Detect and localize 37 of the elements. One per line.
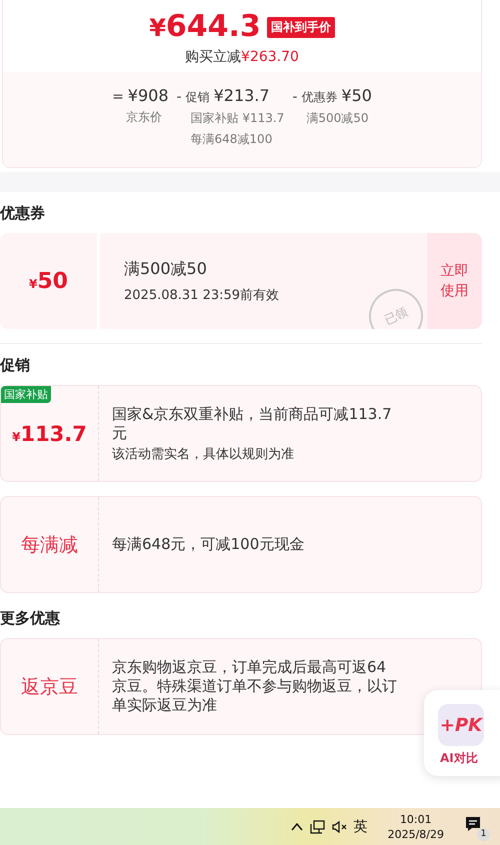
breakdown-amount: ¥50	[341, 86, 372, 105]
operator-sign: -	[176, 89, 182, 105]
use-now-button[interactable]: 立即使用	[427, 233, 482, 329]
input-method-indicator[interactable]: 英	[354, 818, 368, 836]
coupon-validity: 2025.08.31 23:59前有效	[124, 286, 280, 304]
promotion-type: 返京豆	[21, 674, 78, 700]
coupon-condition: 满500减50	[124, 258, 208, 280]
section-heading: 更多优惠	[0, 609, 61, 628]
operator-sign: =	[112, 89, 124, 105]
breakdown-note: 京东价	[126, 109, 164, 126]
price-tag: 国补到手价	[266, 17, 335, 38]
breakdown-amount: ¥908	[128, 86, 169, 105]
promotion-description: 国家&京东双重补贴，当前商品可减113.7元	[112, 404, 393, 442]
ai-compare-label: AI对比	[439, 750, 478, 767]
muted-speaker-icon[interactable]	[332, 820, 348, 834]
network-icon[interactable]	[310, 818, 326, 834]
breakdown-note: 每满648减100	[190, 131, 274, 148]
breakdown-note: 国家补贴 ¥113.7	[190, 110, 284, 127]
subsidy-badge: 国家补贴	[1, 386, 51, 403]
notification-icon[interactable]	[464, 814, 482, 832]
promotion-type: 每满减	[21, 532, 78, 558]
promotion-description: 京东购物返京豆，订单完成后最高可返64京豆。特殊渠道订单不参与购物返豆，以订单实际返豆为准	[112, 658, 398, 715]
ai-compare-widget[interactable]: +PK AI对比	[424, 690, 500, 776]
pk-icon: +PK	[438, 704, 484, 746]
breakdown-label: 促销	[186, 89, 210, 106]
promotion-description: 每满648元，可减100元现金	[112, 535, 306, 554]
final-price: ¥644.3	[149, 9, 261, 46]
promotion-note: 该活动需实名，具体以规则为准	[112, 446, 295, 462]
notification-count: 1	[477, 828, 490, 840]
operator-sign: -	[292, 89, 298, 105]
breakdown-label: 优惠券	[301, 89, 338, 106]
clock[interactable]: 10:01 2025/8/29	[388, 812, 444, 842]
saving-text: 购买立减¥263.70	[185, 48, 299, 66]
promotion-amount: ¥113.7	[12, 422, 87, 446]
coupon-amount: ¥50	[29, 268, 68, 294]
breakdown-note: 满500减50	[306, 110, 370, 127]
breakdown-amount: ¥213.7	[214, 86, 270, 105]
